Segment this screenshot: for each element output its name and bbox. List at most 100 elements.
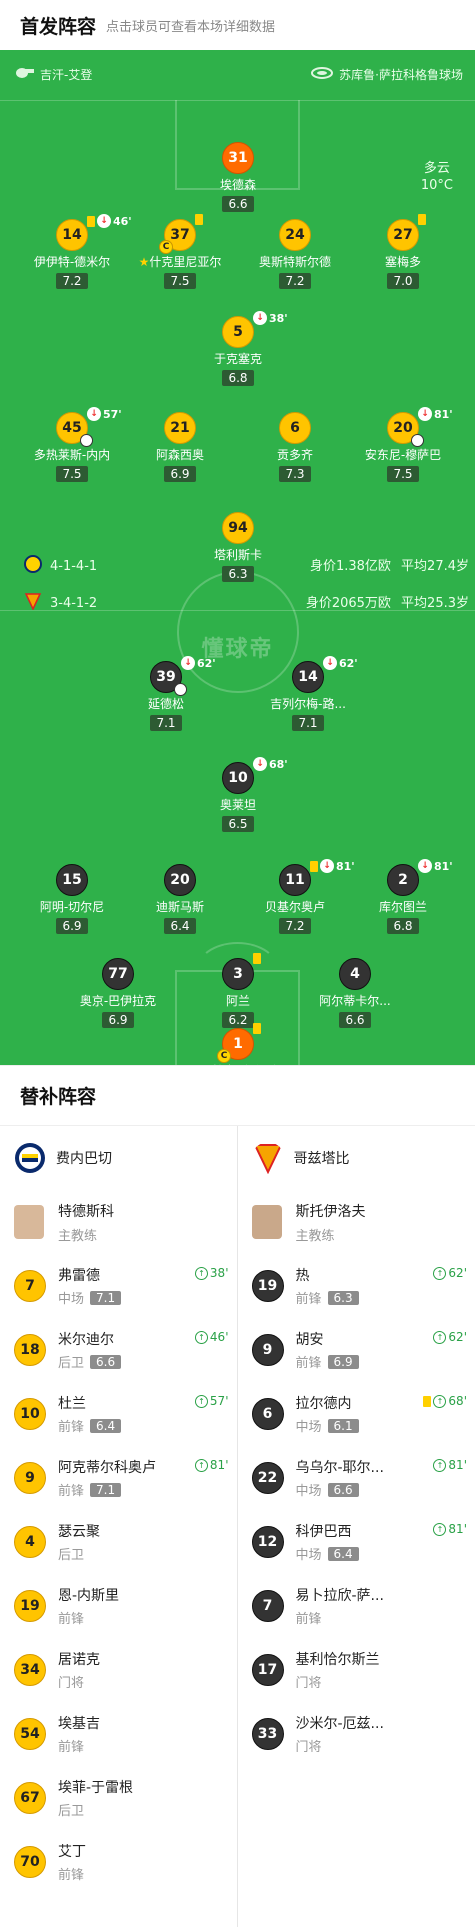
away-player[interactable]: 4 阿尔蒂卡尔... 6.6 — [295, 958, 415, 1028]
away-player[interactable]: 2 ↓ 81' 库尔图兰 6.8 — [343, 859, 463, 934]
sub-player-name: 杜兰 — [58, 1396, 86, 1412]
player-name: 阿森西奥 — [120, 446, 240, 463]
home-player[interactable]: 37 C ★什克里尼亚尔 7.5 — [120, 214, 240, 289]
player-events — [253, 953, 261, 964]
sub-player-row[interactable]: 18 米尔迪尔 后卫 6.6 ↑ 46' — [0, 1318, 237, 1382]
sub-player-number: 19 — [251, 1270, 284, 1302]
player-events: ↓ 68' — [253, 757, 288, 771]
sub-player-row[interactable]: 17 基利恰尔斯兰 门将 — [238, 1638, 475, 1702]
player-number: 27 — [387, 214, 426, 251]
sub-player-row[interactable]: 54 埃基吉 前锋 — [0, 1702, 237, 1766]
page-subtitle: 点击球员可查看本场详细数据 — [106, 19, 276, 35]
sub-player-number: 4 — [14, 1526, 46, 1558]
away-player[interactable]: 10 ↓ 68' 奥莱坦 6.5 — [178, 757, 298, 832]
home-coach-row: 特德斯科 主教练 — [0, 1190, 237, 1254]
sub-player-row[interactable]: 4 瑟云聚 后卫 — [0, 1510, 237, 1574]
sub-in-icon: ↑ — [433, 1330, 447, 1344]
away-team-row[interactable]: 哥兹塔比 — [238, 1126, 475, 1190]
sub-player-row[interactable]: 34 居诺克 门将 — [0, 1638, 237, 1702]
sub-player-rating: 7.1 — [90, 1482, 122, 1497]
player-name: 马特乌斯-利斯 — [178, 1062, 298, 1065]
sub-time: 81' — [434, 859, 453, 873]
sub-player-position: 中场 6.1 — [296, 1416, 359, 1435]
position-text: 中场 — [295, 1484, 322, 1499]
away-value: 身价2065万欧 平均25.3岁 — [306, 592, 469, 611]
away-player[interactable]: 14 ↓ 62' 吉列尔梅-路... 7.1 — [248, 656, 368, 731]
sub-in-icon: ↑ — [194, 1394, 208, 1408]
home-player[interactable]: 27 塞梅多 7.0 — [343, 214, 463, 289]
sub-player-row[interactable]: 9 阿克蒂尔科奥卢 前锋 7.1 ↑ 81' — [0, 1446, 237, 1510]
position-text: 前锋 — [295, 1292, 322, 1307]
sub-player-row[interactable]: 22 乌乌尔-耶尔... 中场 6.6 ↑ 81' — [238, 1446, 475, 1510]
player-name-text: 埃德森 — [219, 178, 256, 192]
player-name-text: 奥京-巴伊拉克 — [79, 994, 157, 1008]
position-text: 门将 — [58, 1676, 85, 1691]
sub-player-row[interactable]: 12 科伊巴西 中场 6.4 ↑ 81' — [238, 1510, 475, 1574]
player-number: 11 ↓ 81' — [279, 859, 355, 896]
sub-player-row[interactable]: 10 杜兰 前锋 6.4 ↑ 57' — [0, 1382, 237, 1446]
player-rating: 7.5 — [387, 466, 419, 482]
sub-player-row[interactable]: 7 易卜拉欣-萨... 前锋 — [238, 1574, 475, 1638]
sub-player-row[interactable]: 19 热前锋 6.3 ↑ 62' — [238, 1254, 475, 1318]
sub-player-info: 热前锋 6.3 — [296, 1265, 359, 1307]
number-label: 20 — [170, 872, 190, 888]
home-player[interactable]: 31 埃德森 6.6 — [178, 142, 298, 212]
sub-player-row[interactable]: 9 胡安 前锋 6.9 ↑ 62' — [238, 1318, 475, 1382]
home-player[interactable]: 21 阿森西奥 6.9 — [120, 412, 240, 482]
coach-avatar — [251, 1205, 282, 1239]
away-player[interactable]: 20 迪斯马斯 6.4 — [120, 864, 240, 934]
home-subs-list: 7 弗雷德 中场 7.1 ↑ 38' 18 米尔迪尔 后卫 6.6 ↑ 46' 10 杜兰 前锋 6.4 ↑ 57… — [0, 1254, 237, 1894]
sub-player-row[interactable]: 7 弗雷德 中场 7.1 ↑ 38' — [0, 1254, 237, 1318]
player-number: 39 ↓ 62' — [150, 656, 216, 696]
sub-player-name: 拉尔德内 — [295, 1396, 352, 1412]
player-name-text: 阿明-切尔尼 — [39, 900, 105, 914]
sub-player-number: 9 — [14, 1462, 46, 1494]
player-name: 库尔图兰 — [343, 898, 463, 915]
sub-player-row[interactable]: 33 沙米尔-厄兹... 门将 — [238, 1702, 475, 1766]
referee-info: 吉汗-艾登 — [14, 66, 92, 83]
position-text: 中场 — [58, 1292, 85, 1307]
fenerbahce-crest-icon — [24, 555, 42, 577]
player-number: 24 — [279, 219, 311, 251]
home-player[interactable]: 6 贡多齐 7.3 — [235, 412, 355, 482]
sub-in-time: 38' — [209, 1266, 229, 1280]
sub-player-info: 胡安 前锋 6.9 — [296, 1329, 359, 1371]
sub-player-row[interactable]: 67 埃菲-于雷根 后卫 — [0, 1766, 237, 1830]
whistle-icon — [14, 67, 34, 82]
sub-player-row[interactable]: 19 恩-内斯里 前锋 — [0, 1574, 237, 1638]
home-player[interactable]: 94 塔利斯卡 6.3 — [178, 512, 298, 582]
sub-player-row[interactable]: 70 艾丁 前锋 — [0, 1830, 237, 1894]
position-text: 后卫 — [58, 1548, 85, 1563]
away-player[interactable]: 77 奥京-巴伊拉克 6.9 — [58, 958, 178, 1028]
home-player[interactable]: 45 ↓ 57' 多热莱斯-内内 7.5 — [12, 407, 132, 482]
sub-player-row[interactable]: 6 拉尔德内 中场 6.1 ↑ 68' — [238, 1382, 475, 1446]
away-player[interactable]: 15 阿明-切尔尼 6.9 — [12, 864, 132, 934]
player-name-text: 塞梅多 — [384, 255, 421, 269]
home-player[interactable]: 20 ↓ 81' 安东尼-穆萨巴 7.5 — [343, 407, 463, 482]
sub-in-time: 81' — [448, 1522, 467, 1536]
position-text: 前锋 — [295, 1356, 322, 1371]
sub-in-info: ↑ 81' — [433, 1522, 467, 1536]
away-player[interactable]: 1C马特乌斯-利斯6.8 — [178, 1023, 298, 1065]
sub-in-info: ↑ 81' — [194, 1458, 229, 1472]
home-team-row[interactable]: 费内巴切 — [0, 1126, 237, 1190]
sub-player-number: 18 — [14, 1334, 46, 1366]
player-name-text: 阿尔蒂卡尔... — [319, 994, 391, 1008]
away-player[interactable]: 39 ↓ 62' 延德松 7.1 — [106, 656, 226, 731]
away-player[interactable]: 3 阿兰 6.2 — [178, 953, 298, 1028]
sub-player-name: 埃基吉 — [58, 1716, 100, 1732]
sub-time: 68' — [269, 757, 288, 771]
away-player[interactable]: 11 ↓ 81' 贝基尔奥卢 7.2 — [235, 859, 355, 934]
sub-player-info: 乌乌尔-耶尔... 中场 6.6 — [296, 1457, 384, 1499]
home-player[interactable]: 5 ↓ 38' 于克塞克 6.8 — [178, 311, 298, 386]
pitch: 吉汗-艾登 苏库鲁·萨拉科格鲁球场 多云 10°C 懂球帝 4-1-4-1 身价… — [0, 50, 475, 1065]
sub-player-info: 恩-内斯里 前锋 — [58, 1585, 119, 1627]
sub-player-number: 54 — [14, 1718, 46, 1750]
player-name-text: 多热莱斯-内内 — [33, 448, 111, 462]
player-name-text: 延德松 — [147, 697, 184, 711]
sub-in-icon: ↑ — [194, 1330, 208, 1344]
sub-player-number: 67 — [14, 1782, 46, 1814]
home-player[interactable]: 14 ↓ 46' 伊伊特-德米尔 7.2 — [12, 214, 132, 289]
home-player[interactable]: 24 奥斯特斯尔德 7.2 — [235, 219, 355, 289]
player-number: 3 — [222, 953, 261, 990]
